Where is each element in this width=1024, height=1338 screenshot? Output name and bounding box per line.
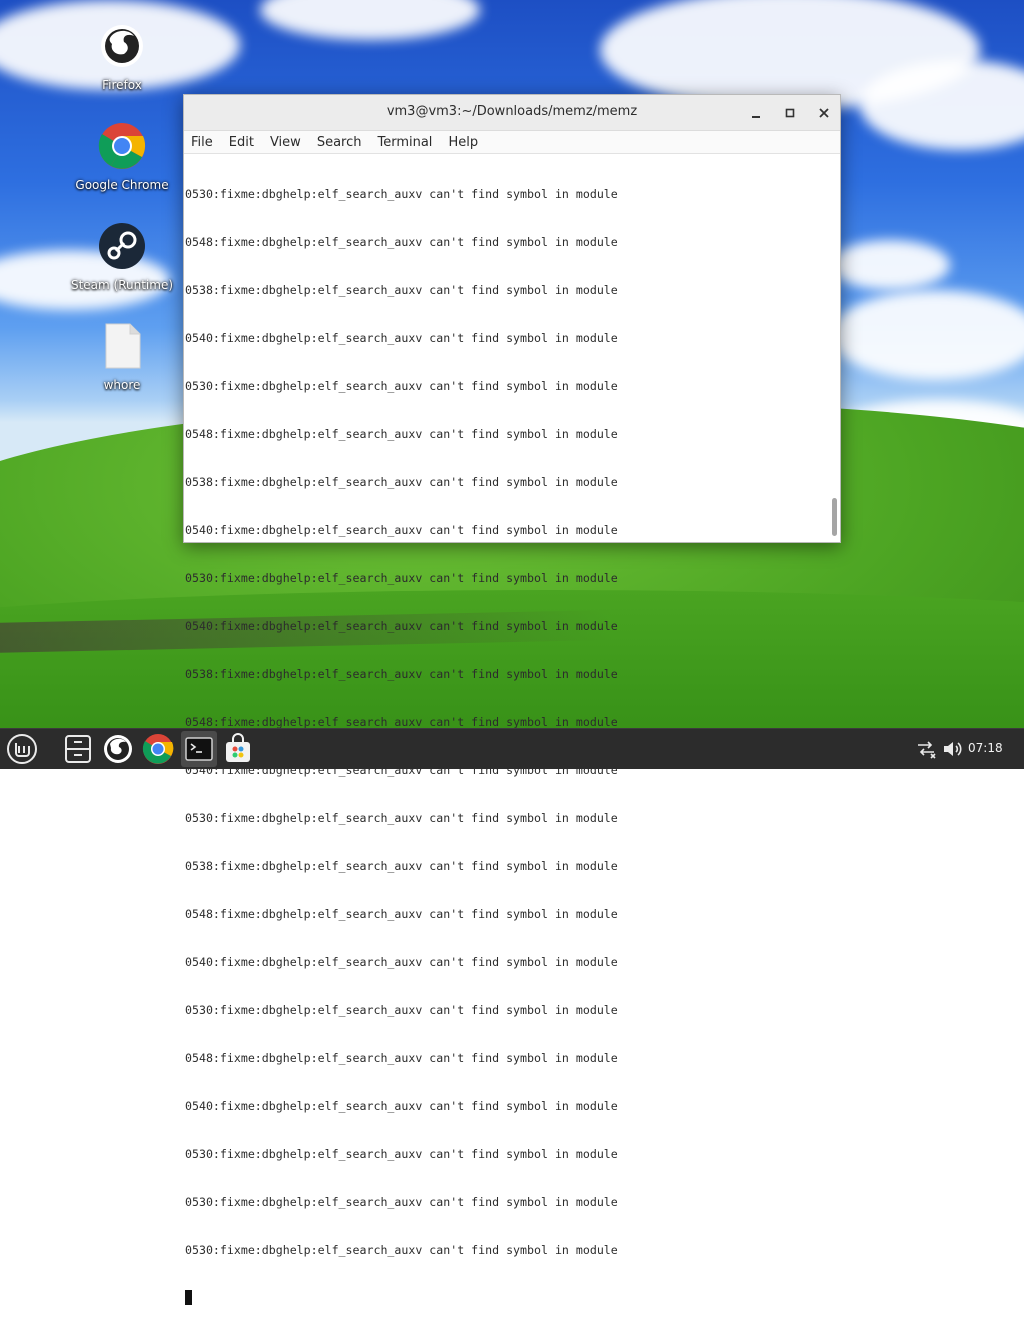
terminal-line: 0548:fixme:dbghelp:elf_search_auxv can't… [185,907,618,921]
terminal-output[interactable]: 0530:fixme:dbghelp:elf_search_auxv can't… [184,154,840,1305]
close-button[interactable] [814,103,834,123]
terminal-line: 0538:fixme:dbghelp:elf_search_auxv can't… [185,475,618,489]
clock[interactable]: 07:18 [968,741,1003,755]
cloud [260,0,480,40]
menu-view[interactable]: View [270,135,301,150]
terminal-line: 0548:fixme:dbghelp:elf_search_auxv can't… [185,1051,618,1065]
desktop-icon-chrome[interactable]: Google Chrome [67,122,177,192]
scrollbar[interactable] [828,154,840,542]
terminal-line: 0540:fixme:dbghelp:elf_search_auxv can't… [185,619,618,633]
taskbar-file-manager[interactable] [62,733,94,765]
maximize-button[interactable] [780,103,800,123]
desktop-icon-label: whore [103,378,141,392]
taskbar-software-manager[interactable] [222,733,254,765]
desktop-icon-label: Firefox [102,78,142,92]
terminal-line: 0540:fixme:dbghelp:elf_search_auxv can't… [185,955,618,969]
terminal-line: 0548:fixme:dbghelp:elf_search_auxv can't… [185,235,618,249]
cloud [830,290,1024,380]
taskbar-chrome[interactable] [142,733,174,765]
firefox-icon [98,22,146,70]
menu-edit[interactable]: Edit [229,135,254,150]
volume-icon [944,742,962,756]
terminal-prompt-line [185,1290,825,1306]
file-icon [98,322,146,370]
terminal-cursor [185,1290,192,1305]
minimize-icon [752,116,760,118]
firefox-icon [104,735,132,763]
menu-bar: File Edit View Search Terminal Help [184,131,840,154]
terminal-line: 0530:fixme:dbghelp:elf_search_auxv can't… [185,1003,618,1017]
desktop-icon-firefox[interactable]: Firefox [67,22,177,92]
terminal-line: 0530:fixme:dbghelp:elf_search_auxv can't… [185,1195,618,1209]
taskbar: 07:18 [0,728,1024,769]
terminal-icon [185,737,213,761]
menu-terminal[interactable]: Terminal [377,135,432,150]
terminal-line: 0540:fixme:dbghelp:elf_search_auxv can't… [185,331,618,345]
terminal-line: 0530:fixme:dbghelp:elf_search_auxv can't… [185,187,618,201]
desktop-icon-label: Steam (Runtime) [70,278,174,292]
scrollbar-thumb[interactable] [832,498,837,536]
software-manager-icon [226,733,250,762]
window-title: vm3@vm3:~/Downloads/memz/memz [386,104,638,119]
desktop-icon-steam[interactable]: Steam (Runtime) [67,222,177,292]
chrome-icon [142,734,174,764]
window-titlebar[interactable]: vm3@vm3:~/Downloads/memz/memz [184,95,840,131]
terminal-line: 0538:fixme:dbghelp:elf_search_auxv can't… [185,667,618,681]
file-manager-icon [65,735,91,763]
terminal-line: 0548:fixme:dbghelp:elf_search_auxv can't… [185,427,618,441]
terminal-line: 0540:fixme:dbghelp:elf_search_auxv can't… [185,1099,618,1113]
menu-help[interactable]: Help [448,135,478,150]
terminal-line: 0530:fixme:dbghelp:elf_search_auxv can't… [185,1147,618,1161]
volume-button[interactable] [941,737,965,761]
taskbar-firefox[interactable] [102,733,134,765]
taskbar-terminal[interactable] [183,733,215,765]
maximize-icon [785,108,795,118]
terminal-window[interactable]: vm3@vm3:~/Downloads/memz/memz File Edit … [183,94,841,1305]
terminal-line: 0530:fixme:dbghelp:elf_search_auxv can't… [185,571,618,585]
terminal-line: 0538:fixme:dbghelp:elf_search_auxv can't… [185,859,618,873]
desktop-icon-label: Google Chrome [75,178,169,192]
steam-icon [98,222,146,270]
chrome-icon [98,122,146,170]
cloud [830,240,950,290]
network-button[interactable] [914,737,938,761]
terminal-line: 0530:fixme:dbghelp:elf_search_auxv can't… [185,379,618,393]
terminal-line: 0538:fixme:dbghelp:elf_search_auxv can't… [185,283,618,297]
terminal-line: 0530:fixme:dbghelp:elf_search_auxv can't… [185,1243,618,1257]
menu-search[interactable]: Search [317,135,362,150]
menu-button[interactable] [6,733,38,765]
desktop-icon-file[interactable]: whore [67,322,177,392]
close-icon [819,108,829,118]
menu-file[interactable]: File [191,135,213,150]
network-icon [918,741,936,759]
minimize-button[interactable] [746,103,766,123]
terminal-line: 0530:fixme:dbghelp:elf_search_auxv can't… [185,811,618,825]
terminal-line: 0540:fixme:dbghelp:elf_search_auxv can't… [185,523,618,537]
menu-icon [7,734,37,764]
